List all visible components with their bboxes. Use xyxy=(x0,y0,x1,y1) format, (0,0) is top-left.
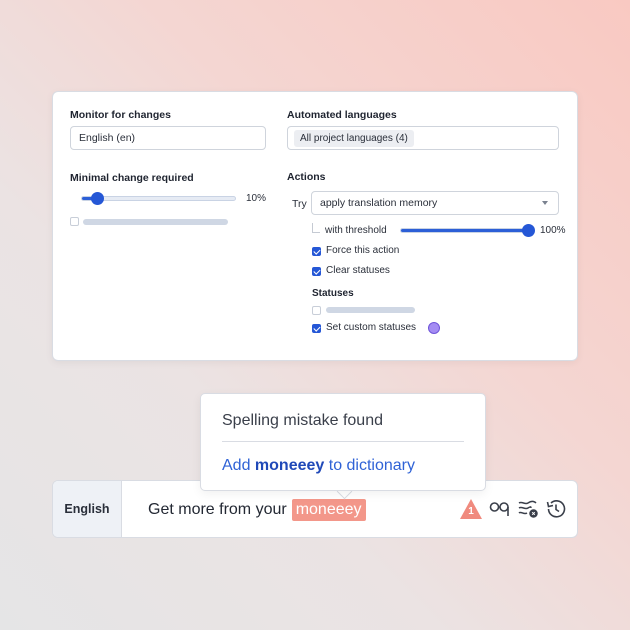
add-to-dictionary-prefix: Add xyxy=(222,457,255,474)
glasses-icon[interactable] xyxy=(489,499,511,519)
automation-settings-panel: Monitor for changes English (en) Automat… xyxy=(52,91,578,361)
monitor-language-select[interactable]: English (en) xyxy=(70,126,266,150)
custom-statuses-label: Set custom statuses xyxy=(326,322,417,333)
minimal-change-value: 10% xyxy=(246,193,267,204)
translation-text[interactable]: Get more from your moneeey xyxy=(148,499,366,521)
minimal-change-label: Minimal change required xyxy=(70,172,194,184)
popup-title: Spelling mistake found xyxy=(222,412,383,429)
add-to-dictionary-link[interactable]: Add moneeey to dictionary xyxy=(222,457,415,475)
custom-statuses-checkbox[interactable] xyxy=(312,324,321,333)
threshold-value: 100% xyxy=(540,225,566,236)
warning-icon[interactable]: 1 xyxy=(459,498,483,520)
add-to-dictionary-suffix: to dictionary xyxy=(324,457,416,474)
automated-languages-field[interactable]: All project languages (4) xyxy=(287,126,559,150)
automated-languages-label: Automated languages xyxy=(287,109,397,121)
threshold-slider[interactable] xyxy=(400,224,535,237)
force-action-label: Force this action xyxy=(326,245,400,256)
monitor-label: Monitor for changes xyxy=(70,109,171,121)
force-action-checkbox[interactable] xyxy=(312,247,321,256)
warning-count: 1 xyxy=(468,506,474,517)
popup-divider xyxy=(222,441,464,442)
clear-statuses-label: Clear statuses xyxy=(326,265,390,276)
canvas: Monitor for changes English (en) Automat… xyxy=(0,0,630,630)
history-icon[interactable] xyxy=(545,499,567,519)
sentence-text: Get more from your xyxy=(148,501,287,518)
monitor-language-value: English (en) xyxy=(79,132,136,144)
action-select-value: apply translation memory xyxy=(320,197,438,209)
threshold-label: with threshold xyxy=(325,225,387,236)
add-to-dictionary-word: moneeey xyxy=(254,457,325,474)
threshold-slider-fill xyxy=(401,229,528,232)
clear-statuses-checkbox[interactable] xyxy=(312,267,321,276)
statuses-label: Statuses xyxy=(312,288,354,299)
actions-label: Actions xyxy=(287,171,326,183)
text-wrap-icon[interactable] xyxy=(517,499,539,519)
status-option-checkbox[interactable] xyxy=(312,306,321,315)
editor-toolbar: 1 xyxy=(459,498,567,520)
threshold-connector xyxy=(312,223,320,233)
minimal-option-checkbox[interactable] xyxy=(70,217,79,226)
language-label: English xyxy=(64,502,110,516)
misspelled-word[interactable]: moneeey xyxy=(291,499,366,521)
minimal-option-placeholder xyxy=(83,219,228,225)
action-select[interactable]: apply translation memory xyxy=(311,191,559,215)
chevron-down-icon xyxy=(542,201,548,205)
all-languages-chip[interactable]: All project languages (4) xyxy=(294,129,414,147)
status-option-placeholder xyxy=(326,307,415,313)
try-label: Try xyxy=(292,198,307,210)
threshold-slider-thumb[interactable] xyxy=(522,224,535,237)
custom-status-color-dot[interactable] xyxy=(428,322,440,334)
minimal-change-slider-thumb[interactable] xyxy=(91,192,105,205)
minimal-change-slider[interactable] xyxy=(81,192,236,205)
language-cell: English xyxy=(53,481,122,537)
spelling-popup: Spelling mistake found Add moneeey to di… xyxy=(200,393,486,491)
